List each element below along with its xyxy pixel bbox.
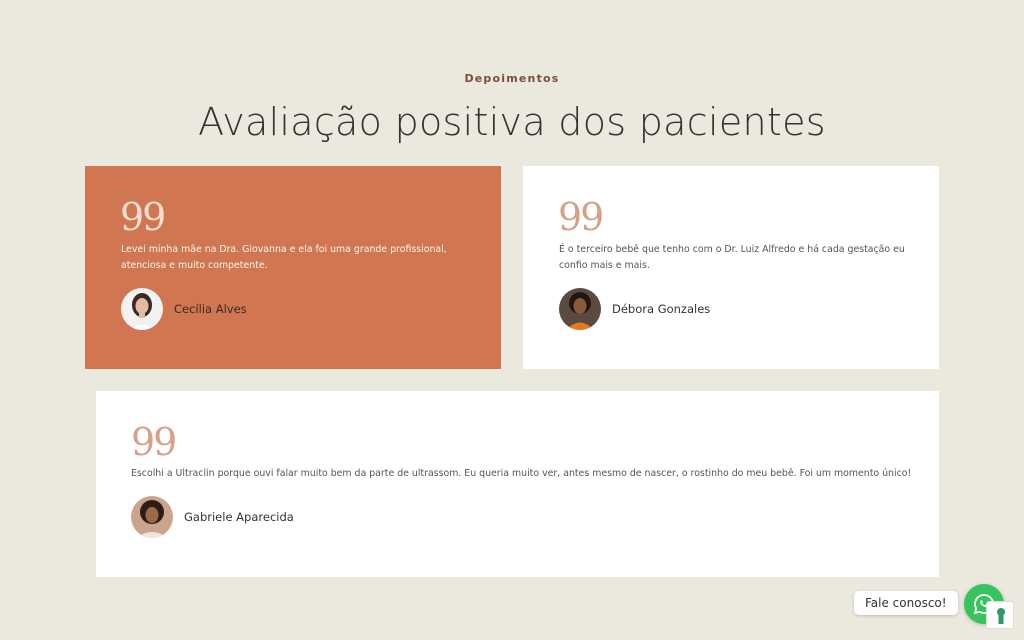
testimonial-author: Gabriele Aparecida <box>131 496 294 538</box>
testimonial-text: É o terceiro bebê que tenho com o Dr. Lu… <box>559 244 905 271</box>
testimonial-card: 99 Levei minha mãe na Dra. Giovanna e el… <box>85 166 501 369</box>
testimonial-text: Escolhi a Ultraclin porque ouvi falar mu… <box>131 468 912 479</box>
chat-label[interactable]: Fale conosco! <box>854 591 958 615</box>
section-eyebrow: Depoimentos <box>464 72 560 85</box>
lock-badge[interactable] <box>986 601 1014 629</box>
section-title: Avaliação positiva dos pacientes <box>198 100 826 144</box>
testimonial-text: Levei minha mãe na Dra. Giovanna e ela f… <box>121 244 447 271</box>
quote-icon: 99 <box>131 420 177 464</box>
author-name: Gabriele Aparecida <box>184 510 294 524</box>
author-name: Cecília Alves <box>174 302 247 316</box>
quote-icon: 99 <box>558 195 604 239</box>
avatar <box>559 288 601 330</box>
testimonial-author: Cecília Alves <box>121 288 247 330</box>
author-name: Débora Gonzales <box>612 302 711 316</box>
testimonial-author: Débora Gonzales <box>559 288 710 330</box>
quote-icon: 99 <box>120 195 166 239</box>
testimonial-card: 99 Escolhi a Ultraclin porque ouvi falar… <box>96 391 939 577</box>
lock-icon <box>997 608 1005 624</box>
avatar <box>131 496 173 538</box>
avatar <box>121 288 163 330</box>
testimonial-card: 99 É o terceiro bebê que tenho com o Dr.… <box>523 166 939 369</box>
